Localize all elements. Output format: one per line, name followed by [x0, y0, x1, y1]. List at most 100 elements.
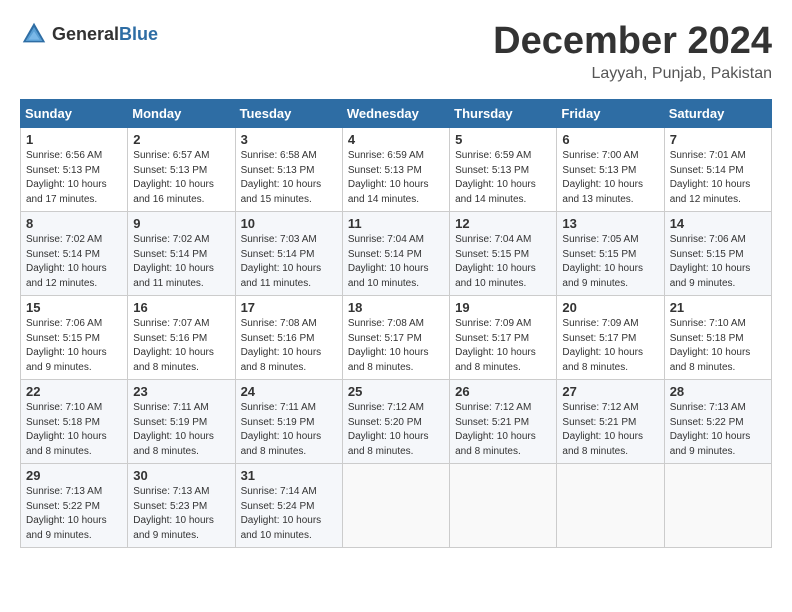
sunrise-label: Sunrise: 7:02 AM: [133, 234, 209, 245]
sunrise-label: Sunrise: 7:11 AM: [241, 402, 316, 413]
sunset-label: Sunset: 5:13 PM: [26, 165, 100, 176]
day-number: 24: [241, 384, 337, 399]
sunrise-label: Sunrise: 7:12 AM: [455, 402, 531, 413]
calendar-cell: [664, 464, 771, 548]
calendar-cell: 14 Sunrise: 7:06 AM Sunset: 5:15 PM Dayl…: [664, 212, 771, 296]
sunset-label: Sunset: 5:17 PM: [348, 333, 422, 344]
day-number: 8: [26, 216, 122, 231]
sunset-label: Sunset: 5:14 PM: [241, 249, 315, 260]
daylight-label: Daylight: 10 hours and 8 minutes.: [26, 431, 107, 457]
sunset-label: Sunset: 5:22 PM: [670, 417, 744, 428]
day-info: Sunrise: 7:14 AM Sunset: 5:24 PM Dayligh…: [241, 485, 337, 543]
day-info: Sunrise: 6:58 AM Sunset: 5:13 PM Dayligh…: [241, 149, 337, 207]
sunset-label: Sunset: 5:22 PM: [26, 501, 100, 512]
sunrise-label: Sunrise: 6:57 AM: [133, 150, 209, 161]
day-number: 22: [26, 384, 122, 399]
sunset-label: Sunset: 5:19 PM: [133, 417, 207, 428]
sunset-label: Sunset: 5:13 PM: [348, 165, 422, 176]
daylight-label: Daylight: 10 hours and 9 minutes.: [133, 515, 214, 541]
weekday-header-friday: Friday: [557, 100, 664, 128]
title-block: December 2024 Layyah, Punjab, Pakistan: [493, 20, 772, 83]
sunset-label: Sunset: 5:17 PM: [562, 333, 636, 344]
day-number: 13: [562, 216, 658, 231]
day-info: Sunrise: 7:10 AM Sunset: 5:18 PM Dayligh…: [26, 401, 122, 459]
sunrise-label: Sunrise: 7:08 AM: [348, 318, 424, 329]
day-number: 5: [455, 132, 551, 147]
day-info: Sunrise: 7:01 AM Sunset: 5:14 PM Dayligh…: [670, 149, 766, 207]
daylight-label: Daylight: 10 hours and 17 minutes.: [26, 179, 107, 205]
daylight-label: Daylight: 10 hours and 13 minutes.: [562, 179, 643, 205]
day-number: 21: [670, 300, 766, 315]
calendar-cell: 27 Sunrise: 7:12 AM Sunset: 5:21 PM Dayl…: [557, 380, 664, 464]
calendar-cell: 29 Sunrise: 7:13 AM Sunset: 5:22 PM Dayl…: [21, 464, 128, 548]
sunrise-label: Sunrise: 7:08 AM: [241, 318, 317, 329]
calendar-week-3: 15 Sunrise: 7:06 AM Sunset: 5:15 PM Dayl…: [21, 296, 772, 380]
sunrise-label: Sunrise: 7:07 AM: [133, 318, 209, 329]
day-number: 19: [455, 300, 551, 315]
calendar-week-5: 29 Sunrise: 7:13 AM Sunset: 5:22 PM Dayl…: [21, 464, 772, 548]
day-number: 30: [133, 468, 229, 483]
page-header: GeneralBlue December 2024 Layyah, Punjab…: [20, 20, 772, 83]
calendar-cell: 16 Sunrise: 7:07 AM Sunset: 5:16 PM Dayl…: [128, 296, 235, 380]
day-info: Sunrise: 7:12 AM Sunset: 5:21 PM Dayligh…: [562, 401, 658, 459]
daylight-label: Daylight: 10 hours and 8 minutes.: [455, 347, 536, 373]
sunset-label: Sunset: 5:20 PM: [348, 417, 422, 428]
calendar-cell: 30 Sunrise: 7:13 AM Sunset: 5:23 PM Dayl…: [128, 464, 235, 548]
calendar-cell: 10 Sunrise: 7:03 AM Sunset: 5:14 PM Dayl…: [235, 212, 342, 296]
sunset-label: Sunset: 5:15 PM: [670, 249, 744, 260]
day-number: 7: [670, 132, 766, 147]
calendar-cell: 22 Sunrise: 7:10 AM Sunset: 5:18 PM Dayl…: [21, 380, 128, 464]
daylight-label: Daylight: 10 hours and 8 minutes.: [455, 431, 536, 457]
sunset-label: Sunset: 5:14 PM: [133, 249, 207, 260]
calendar-cell: 2 Sunrise: 6:57 AM Sunset: 5:13 PM Dayli…: [128, 128, 235, 212]
calendar-cell: 8 Sunrise: 7:02 AM Sunset: 5:14 PM Dayli…: [21, 212, 128, 296]
day-number: 2: [133, 132, 229, 147]
calendar-cell: 18 Sunrise: 7:08 AM Sunset: 5:17 PM Dayl…: [342, 296, 449, 380]
daylight-label: Daylight: 10 hours and 10 minutes.: [455, 263, 536, 289]
calendar-cell: 28 Sunrise: 7:13 AM Sunset: 5:22 PM Dayl…: [664, 380, 771, 464]
weekday-header-row: SundayMondayTuesdayWednesdayThursdayFrid…: [21, 100, 772, 128]
calendar-week-4: 22 Sunrise: 7:10 AM Sunset: 5:18 PM Dayl…: [21, 380, 772, 464]
weekday-header-wednesday: Wednesday: [342, 100, 449, 128]
day-info: Sunrise: 7:09 AM Sunset: 5:17 PM Dayligh…: [562, 317, 658, 375]
day-number: 3: [241, 132, 337, 147]
day-number: 27: [562, 384, 658, 399]
day-info: Sunrise: 7:10 AM Sunset: 5:18 PM Dayligh…: [670, 317, 766, 375]
day-info: Sunrise: 6:59 AM Sunset: 5:13 PM Dayligh…: [348, 149, 444, 207]
daylight-label: Daylight: 10 hours and 8 minutes.: [133, 431, 214, 457]
calendar-cell: 3 Sunrise: 6:58 AM Sunset: 5:13 PM Dayli…: [235, 128, 342, 212]
sunset-label: Sunset: 5:15 PM: [455, 249, 529, 260]
logo-general: General: [52, 24, 119, 44]
sunrise-label: Sunrise: 7:13 AM: [133, 486, 209, 497]
day-info: Sunrise: 7:13 AM Sunset: 5:23 PM Dayligh…: [133, 485, 229, 543]
daylight-label: Daylight: 10 hours and 8 minutes.: [562, 431, 643, 457]
day-info: Sunrise: 7:09 AM Sunset: 5:17 PM Dayligh…: [455, 317, 551, 375]
calendar-cell: 4 Sunrise: 6:59 AM Sunset: 5:13 PM Dayli…: [342, 128, 449, 212]
calendar-cell: 21 Sunrise: 7:10 AM Sunset: 5:18 PM Dayl…: [664, 296, 771, 380]
sunrise-label: Sunrise: 7:14 AM: [241, 486, 317, 497]
sunset-label: Sunset: 5:23 PM: [133, 501, 207, 512]
day-info: Sunrise: 7:11 AM Sunset: 5:19 PM Dayligh…: [133, 401, 229, 459]
sunset-label: Sunset: 5:15 PM: [562, 249, 636, 260]
day-number: 1: [26, 132, 122, 147]
sunrise-label: Sunrise: 7:13 AM: [670, 402, 746, 413]
sunset-label: Sunset: 5:15 PM: [26, 333, 100, 344]
sunrise-label: Sunrise: 7:01 AM: [670, 150, 746, 161]
day-number: 14: [670, 216, 766, 231]
calendar-cell: 12 Sunrise: 7:04 AM Sunset: 5:15 PM Dayl…: [450, 212, 557, 296]
sunrise-label: Sunrise: 7:06 AM: [670, 234, 746, 245]
sunrise-label: Sunrise: 7:09 AM: [455, 318, 531, 329]
logo: GeneralBlue: [20, 20, 158, 48]
day-info: Sunrise: 7:04 AM Sunset: 5:14 PM Dayligh…: [348, 233, 444, 291]
sunrise-label: Sunrise: 6:56 AM: [26, 150, 102, 161]
sunset-label: Sunset: 5:18 PM: [670, 333, 744, 344]
day-number: 28: [670, 384, 766, 399]
day-number: 29: [26, 468, 122, 483]
sunrise-label: Sunrise: 7:05 AM: [562, 234, 638, 245]
day-info: Sunrise: 7:02 AM Sunset: 5:14 PM Dayligh…: [133, 233, 229, 291]
sunrise-label: Sunrise: 6:58 AM: [241, 150, 317, 161]
calendar-cell: 7 Sunrise: 7:01 AM Sunset: 5:14 PM Dayli…: [664, 128, 771, 212]
calendar-cell: 15 Sunrise: 7:06 AM Sunset: 5:15 PM Dayl…: [21, 296, 128, 380]
day-number: 18: [348, 300, 444, 315]
day-info: Sunrise: 7:07 AM Sunset: 5:16 PM Dayligh…: [133, 317, 229, 375]
